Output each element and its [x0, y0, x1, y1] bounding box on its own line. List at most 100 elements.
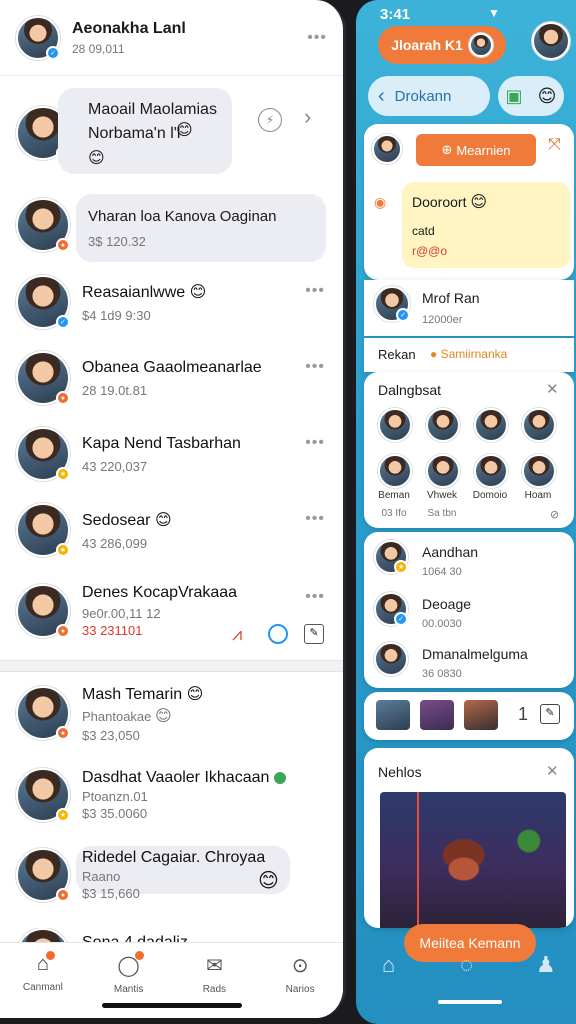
nav-item-search[interactable]: ⊙ Narios — [257, 943, 343, 1018]
count: 1 — [518, 704, 529, 724]
nav-item-home[interactable]: ⌂ Canmanl — [0, 943, 86, 1018]
user-pill[interactable]: Jloarah K1 — [378, 26, 506, 64]
more-icon[interactable]: ••• — [305, 510, 325, 528]
edit-icon[interactable]: ✎ — [540, 704, 560, 724]
gift-icon[interactable]: ▣ — [506, 86, 523, 107]
grid-label: Hoam — [524, 490, 552, 501]
smile-emoji-icon: 😊 — [176, 122, 193, 139]
back-label: Drokann — [394, 87, 452, 105]
list-item[interactable]: ✓ Maoail Maolamias Norbama'n l'l 😊 😊 ⚡ › — [0, 88, 343, 188]
row-name: Ridedel Cagaiar. Chroyaa — [82, 849, 266, 866]
avatar[interactable] — [378, 454, 412, 488]
header-time: 28 09,011 — [72, 41, 125, 56]
row-name: Sedosear 😊 — [82, 511, 172, 529]
row-sub-amount: $3 35.0060 — [82, 806, 148, 821]
back-button[interactable]: ‹ Drokann — [368, 76, 490, 116]
person-name: Mrof Ran — [422, 290, 480, 306]
grid-sub: 03 Ifo — [381, 508, 407, 519]
close-icon[interactable]: ✕ — [546, 380, 559, 398]
grid-sub: Sa tbn — [427, 508, 457, 519]
person-sub: 1064 30 — [422, 566, 462, 578]
avatar[interactable] — [378, 408, 412, 442]
nav-label: Narios — [285, 984, 315, 995]
mute-icon[interactable]: ⚡ — [258, 108, 282, 132]
row-sub-amount: $3 15,660 — [82, 886, 140, 901]
row-label: Rekan — [378, 347, 416, 362]
more-icon[interactable]: ••• — [307, 29, 327, 47]
list-item[interactable]: ★ Dasdhat Vaaoler Ikhacaan Ptoanzn.01 $3… — [0, 766, 343, 824]
list-item[interactable]: ● Obanea Gaaolmeanarlae 28 19.0t.81 ••• — [0, 350, 343, 406]
home-icon[interactable]: ⌂ — [382, 952, 395, 978]
more-icon[interactable]: ••• — [305, 434, 325, 452]
badge-icon: ● — [56, 888, 70, 902]
list-item[interactable]: ● Denes KocapVrakaaa 9e0r.00,11 12 33 23… — [0, 580, 343, 645]
list-item[interactable]: ✓ Reasaianlwwe 😊 $4 1d9 9:30 ••• — [0, 274, 343, 330]
chevron-right-icon[interactable]: › — [304, 104, 311, 130]
person-row[interactable]: ✓ Mrof Ran 12000er — [364, 280, 574, 336]
smile-emoji-icon: 😊 — [258, 870, 279, 892]
avatar[interactable] — [522, 454, 556, 488]
avatar: ✓ — [16, 275, 70, 329]
row-sub: $4 1d9 9:30 — [82, 307, 151, 323]
list-item[interactable]: ★ Kapa Nend Tasbarhan 43 220,037 ••• — [0, 426, 343, 482]
tag-button[interactable]: ⊕ Mearnien — [416, 134, 536, 166]
person-name: Aandhan — [422, 544, 479, 560]
video-thumbnail[interactable] — [380, 792, 566, 928]
list-item[interactable]: ● Mash Temarin 😊 Phantoakae 😊 $3 23,050 — [0, 684, 343, 743]
close-icon[interactable]: ⤧ — [548, 136, 561, 154]
avatar[interactable] — [474, 454, 508, 488]
profile-icon[interactable]: ♟ — [536, 952, 556, 978]
thumbnail[interactable] — [420, 700, 454, 730]
avatar: ★ — [16, 768, 70, 822]
avatar: ✓ — [374, 286, 410, 322]
nav-label: Mantis — [113, 984, 144, 995]
attach-icon[interactable]: ⊘ — [550, 508, 559, 521]
media-row: 1 ✎ — [364, 692, 574, 740]
more-icon[interactable]: ••• — [305, 358, 325, 376]
avatar[interactable] — [522, 408, 556, 442]
row-name: Denes KocapVrakaaa — [82, 584, 238, 601]
person-name: Dmanalmelguma — [422, 646, 528, 662]
thumbnail[interactable] — [464, 700, 498, 730]
chat-icon: ◯ — [117, 951, 144, 978]
chat-icon[interactable]: ◌ — [460, 952, 473, 978]
tag-row: Rekan ● Samiirnanka — [364, 338, 574, 372]
nav-label: Rads — [202, 984, 227, 995]
avatar: ● — [16, 351, 70, 405]
badge-icon: ✓ — [396, 308, 410, 322]
actions-pill: ▣ 😊 — [498, 76, 564, 116]
row-name: Dasdhat Vaaoler Ikhacaan — [82, 769, 327, 787]
refresh-icon[interactable] — [268, 624, 288, 644]
row-tag[interactable]: ● Samiirnanka — [430, 347, 507, 361]
avatar: ★ — [374, 540, 408, 574]
thumbnail[interactable] — [376, 700, 410, 730]
grid-label: Domoio — [472, 490, 508, 501]
person-sub: 00.0030 — [422, 618, 462, 630]
message-bubble: Dooroort 😊 catd r@@o — [402, 182, 570, 268]
group-title: Dalngbsat — [378, 382, 442, 398]
inbox-icon: ✉ — [205, 955, 223, 977]
smile-emoji-icon: 😊 — [189, 283, 207, 301]
row-name: Reasaianlwwe 😊 — [82, 283, 207, 301]
more-icon[interactable]: ••• — [305, 282, 325, 300]
list-item[interactable]: ★ Sedosear 😊 43 286,099 ••• — [0, 502, 343, 558]
close-icon[interactable]: ✕ — [546, 762, 559, 780]
avatar: ✓ — [374, 592, 408, 626]
avatar[interactable] — [426, 454, 460, 488]
list-item[interactable]: ● Vharan loa Kanova Oaginan 3$ 120.32 — [0, 194, 343, 262]
edit-icon[interactable]: ✎ — [304, 624, 324, 644]
grid-label: Vhwek — [426, 490, 457, 501]
list-item[interactable]: ● Ridedel Cagaiar. Chroyaa Raano $3 15,6… — [0, 846, 343, 904]
flame-icon[interactable]: ⩘ — [232, 624, 242, 645]
bubble-line: r@@o — [412, 244, 448, 258]
row-sub-amount: $3 23,050 — [82, 727, 140, 743]
avatar[interactable]: ✓ — [16, 15, 60, 60]
search-icon: ⊙ — [291, 955, 309, 977]
avatar — [468, 33, 493, 57]
avatar[interactable] — [474, 408, 508, 442]
smile-emoji-icon[interactable]: 😊 — [538, 86, 557, 107]
profile-avatar[interactable] — [532, 22, 570, 60]
more-icon[interactable]: ••• — [305, 588, 325, 606]
avatar[interactable] — [426, 408, 460, 442]
smile-emoji-icon: 😊 — [154, 511, 172, 529]
